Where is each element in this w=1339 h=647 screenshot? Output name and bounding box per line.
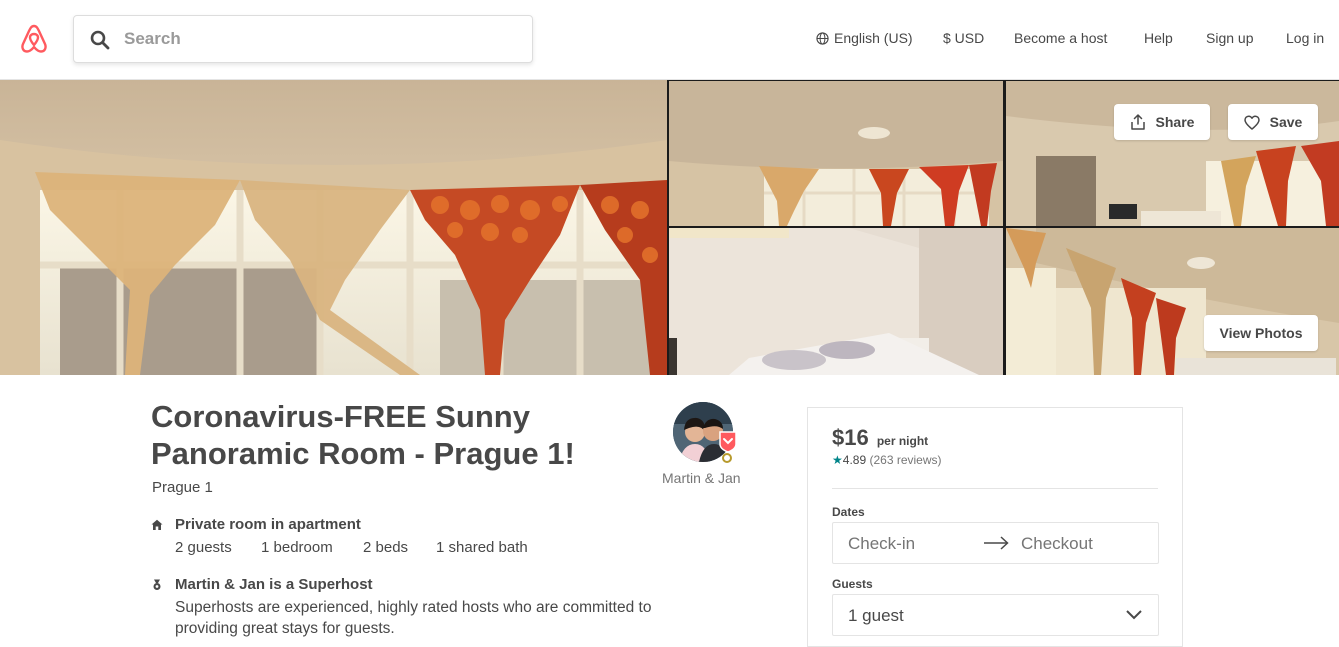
- top-header: English (US) $ USD Become a host Help Si…: [0, 0, 1339, 80]
- currency-selector[interactable]: $ USD: [943, 30, 984, 46]
- gallery-photo-3[interactable]: [1006, 81, 1339, 226]
- room-type-title: Private room in apartment: [175, 516, 361, 533]
- share-label: Share: [1155, 114, 1195, 130]
- guests-select[interactable]: 1 guest: [832, 594, 1159, 636]
- per-night-label: per night: [876, 434, 929, 448]
- rating-value: 4.89: [842, 453, 867, 467]
- search-input[interactable]: [124, 16, 524, 62]
- booking-card: $16 per night ★4.89 (263 reviews) Dates …: [807, 407, 1183, 647]
- superhost-title: Martin & Jan is a Superhost: [175, 576, 373, 593]
- login-link[interactable]: Log in: [1286, 30, 1324, 46]
- become-host-link[interactable]: Become a host: [1014, 30, 1107, 46]
- language-selector[interactable]: English (US): [816, 30, 913, 46]
- gallery-photo-5[interactable]: [1006, 228, 1339, 375]
- host-status-dot: [722, 453, 732, 463]
- main-photo[interactable]: [0, 80, 667, 375]
- language-label: English (US): [834, 30, 913, 46]
- search-icon: [90, 30, 110, 50]
- host-name[interactable]: Martin & Jan: [662, 470, 741, 486]
- rating-summary[interactable]: ★4.89 (263 reviews): [832, 453, 942, 467]
- chevron-down-icon: [1126, 610, 1142, 620]
- bed-count: 2 beds: [363, 539, 409, 556]
- listing-location[interactable]: Prague 1: [152, 479, 213, 496]
- signup-link[interactable]: Sign up: [1206, 30, 1253, 46]
- checkout-input[interactable]: Checkout: [1021, 534, 1093, 554]
- photo-gallery: Share Save View Photos: [0, 80, 1339, 375]
- help-link[interactable]: Help: [1144, 30, 1173, 46]
- airbnb-logo-icon[interactable]: [18, 23, 50, 55]
- globe-icon: [816, 32, 829, 45]
- save-label: Save: [1269, 114, 1303, 130]
- heart-icon: [1243, 114, 1260, 130]
- bath-count: 1 shared bath: [436, 539, 528, 556]
- gallery-photo-2[interactable]: [669, 81, 1003, 226]
- guests-label: Guests: [832, 577, 873, 591]
- star-icon: ★: [832, 453, 843, 467]
- price-block: $16 per night: [832, 425, 928, 451]
- superhost-badge-icon: [719, 431, 737, 453]
- share-button[interactable]: Share: [1114, 104, 1210, 140]
- nightly-price: $16: [832, 425, 869, 450]
- card-divider: [832, 488, 1158, 489]
- guests-value: 1 guest: [848, 606, 904, 625]
- search-bar[interactable]: [73, 15, 533, 63]
- dates-label: Dates: [832, 505, 865, 519]
- save-button[interactable]: Save: [1228, 104, 1318, 140]
- medal-icon: [153, 579, 161, 590]
- checkin-input[interactable]: Check-in: [848, 534, 915, 554]
- gallery-photo-4[interactable]: [669, 228, 1003, 375]
- listing-title: Coronavirus-FREE Sunny Panoramic Room - …: [151, 399, 575, 471]
- home-icon: [151, 519, 163, 530]
- review-count: (263 reviews): [869, 453, 942, 467]
- share-icon: [1130, 114, 1145, 130]
- bedroom-count: 1 bedroom: [261, 539, 333, 556]
- date-range-picker: Check-in Checkout: [832, 522, 1159, 564]
- guest-count: 2 guests: [175, 539, 232, 556]
- arrow-right-icon: [984, 536, 1009, 550]
- view-photos-button[interactable]: View Photos: [1204, 315, 1318, 351]
